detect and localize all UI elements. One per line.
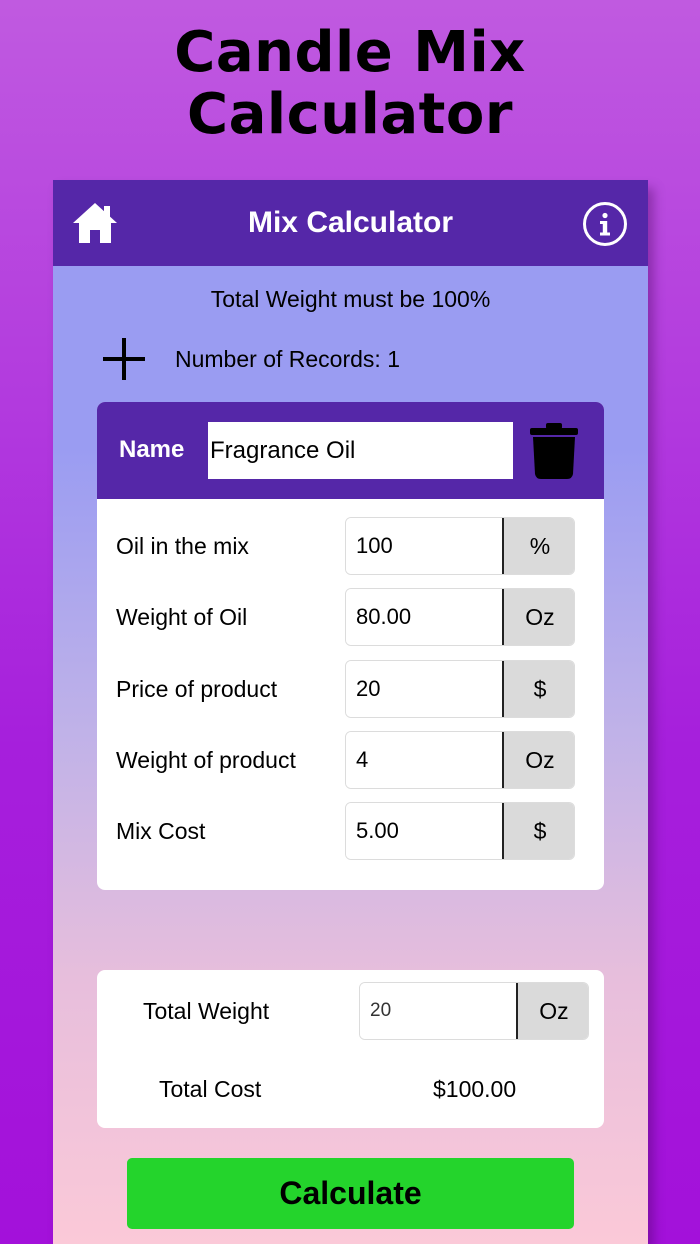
field-box: $	[345, 660, 575, 718]
field-box: Oz	[345, 731, 575, 789]
total-cost-label: Total Cost	[159, 1076, 262, 1102]
unit-label: Oz	[504, 589, 574, 645]
field-box: %	[345, 517, 575, 575]
oil-in-mix-input[interactable]	[346, 518, 502, 574]
record-header: Name	[97, 402, 604, 499]
nav-title: Mix Calculator	[247, 206, 454, 239]
app-screen: Mix Calculator Total Weight must be 100%…	[53, 180, 648, 1244]
field-box: Oz	[345, 588, 575, 646]
navigation-bar: Mix Calculator	[53, 180, 648, 266]
name-input[interactable]	[208, 422, 513, 479]
field-row-weight-of-oil: Weight of Oil Oz	[97, 588, 604, 646]
unit-label: Oz	[504, 732, 574, 788]
info-icon[interactable]	[583, 202, 627, 246]
headline-line-1: Candle Mix	[174, 20, 526, 85]
headline-line-2: Calculator	[187, 82, 513, 147]
total-weight-box: Oz	[359, 982, 589, 1040]
weight-of-oil-input[interactable]	[346, 589, 502, 645]
field-label: Price of product	[116, 676, 278, 702]
weight-notice: Total Weight must be 100%	[210, 286, 491, 312]
field-row-price-of-product: Price of product $	[97, 660, 604, 718]
field-label: Mix Cost	[116, 818, 206, 844]
plus-icon[interactable]	[101, 336, 147, 382]
field-label: Weight of product	[116, 747, 296, 773]
unit-label: %	[504, 518, 574, 574]
field-row-mix-cost: Mix Cost $	[97, 802, 604, 860]
unit-label: $	[504, 661, 574, 717]
field-box: $	[345, 802, 575, 860]
name-label: Name	[119, 436, 185, 463]
totals-card: Total Weight Oz Total Cost $100.00	[97, 970, 604, 1128]
field-row-weight-of-product: Weight of product Oz	[97, 731, 604, 789]
app-headline: Candle Mix Calculator	[0, 22, 700, 146]
field-row-oil-in-mix: Oil in the mix %	[97, 517, 604, 575]
field-label: Weight of Oil	[116, 604, 248, 630]
weight-of-product-input[interactable]	[346, 732, 502, 788]
total-weight-label: Total Weight	[143, 998, 270, 1024]
price-of-product-input[interactable]	[346, 661, 502, 717]
field-label: Oil in the mix	[116, 533, 249, 559]
total-cost-value: $100.00	[433, 1076, 517, 1102]
calculate-button[interactable]: Calculate	[127, 1158, 574, 1229]
trash-icon[interactable]	[529, 422, 579, 480]
unit-label: $	[504, 803, 574, 859]
total-weight-input[interactable]	[360, 983, 516, 1039]
record-count: Number of Records: 1	[175, 346, 400, 372]
record-card: Name Oil in the mix % Weight of Oil	[97, 402, 604, 890]
unit-label: Oz	[518, 983, 588, 1039]
mix-cost-input[interactable]	[346, 803, 502, 859]
